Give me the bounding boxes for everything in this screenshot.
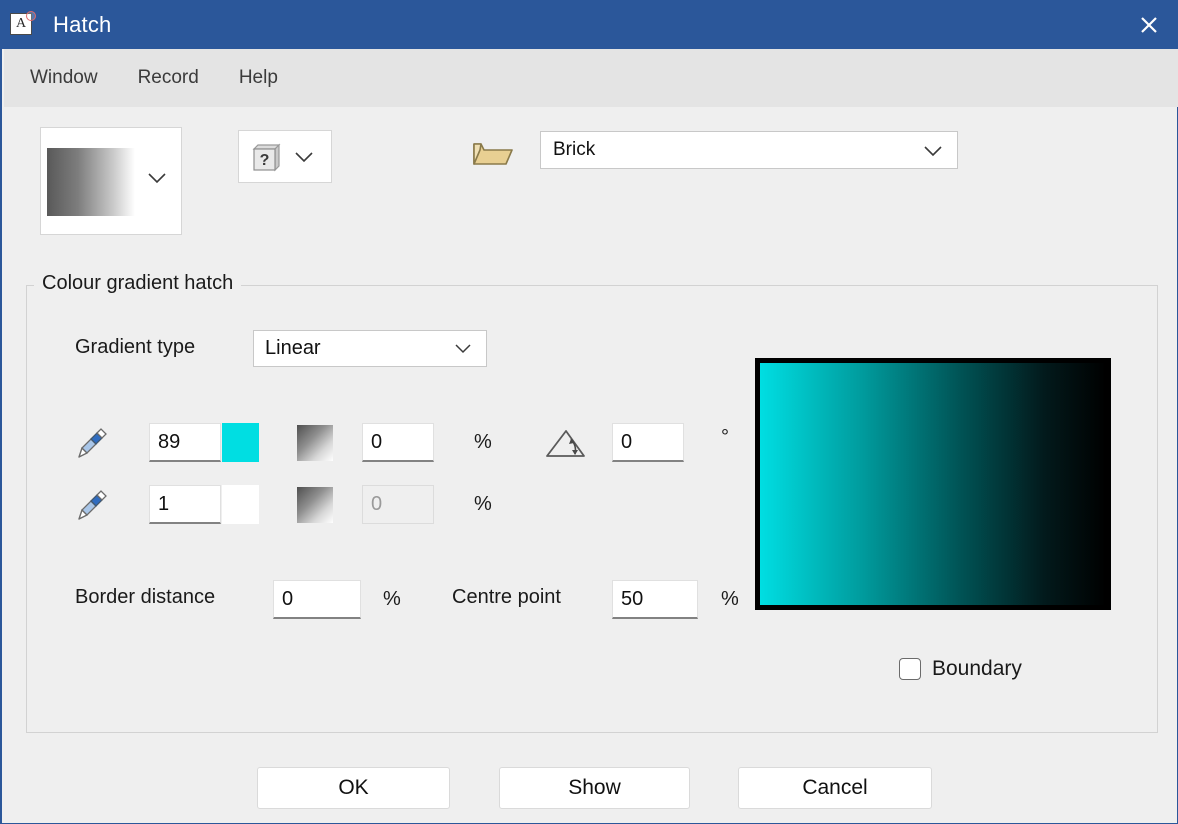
gradient-type-select[interactable]: Linear (253, 330, 487, 367)
secondary-colour-swatch[interactable] (222, 485, 259, 524)
menu-bar: Window Record Help (4, 49, 1178, 107)
preset-select[interactable]: Brick (540, 131, 958, 169)
gradient-square-icon[interactable] (297, 425, 333, 461)
border-distance-label: Border distance (75, 586, 216, 608)
primary-transparency-input[interactable]: 0 (362, 423, 434, 462)
gradient-square-icon[interactable] (297, 487, 333, 523)
ok-button[interactable]: OK (257, 767, 450, 809)
menu-window[interactable]: Window (30, 67, 98, 89)
open-folder-icon[interactable] (472, 138, 514, 168)
secondary-transparency-input: 0 (362, 485, 434, 524)
chevron-down-icon (924, 146, 942, 157)
close-icon (1141, 16, 1157, 33)
primary-percent-label: % (474, 431, 492, 453)
angle-input[interactable]: 0 (612, 423, 684, 462)
gradient-preview-swatch (47, 148, 135, 216)
degree-unit-label: ° (721, 426, 729, 448)
border-distance-input[interactable]: 0 (273, 580, 361, 619)
centre-point-unit-label: % (721, 588, 739, 610)
cancel-button[interactable]: Cancel (738, 767, 932, 809)
preset-value: Brick (553, 139, 596, 160)
centre-point-label: Centre point (452, 586, 561, 608)
primary-colour-swatch[interactable] (222, 423, 259, 462)
secondary-colour-index-input[interactable]: 1 (149, 485, 221, 524)
menu-record[interactable]: Record (138, 67, 199, 89)
group-legend: Colour gradient hatch (34, 272, 242, 295)
window-title: Hatch (53, 11, 112, 37)
question-box-icon: ? (248, 140, 282, 174)
chevron-down-icon (295, 151, 313, 162)
close-button[interactable] (1118, 0, 1178, 49)
boundary-checkbox[interactable] (899, 658, 921, 680)
chevron-down-icon (455, 344, 471, 354)
title-bar: A Hatch (2, 0, 1178, 49)
hatch-dialog: A Hatch Window Record Help ? Brick Colou… (0, 0, 1178, 824)
boundary-label: Boundary (932, 657, 1022, 680)
chevron-down-icon (148, 173, 166, 184)
primary-colour-index-input[interactable]: 89 (149, 423, 221, 462)
pencil-icon[interactable] (74, 488, 110, 524)
pattern-picker[interactable]: ? (238, 130, 332, 183)
gradient-type-label: Gradient type (75, 336, 196, 358)
gradient-preview (755, 358, 1111, 610)
angle-icon (546, 430, 585, 457)
app-icon-badge (26, 10, 36, 21)
svg-text:?: ? (260, 152, 270, 169)
border-distance-unit-label: % (383, 588, 401, 610)
centre-point-input[interactable]: 50 (612, 580, 698, 619)
gradient-type-value: Linear (265, 337, 321, 359)
boundary-checkbox-row[interactable]: Boundary (899, 657, 1022, 681)
secondary-percent-label: % (474, 493, 492, 515)
show-button[interactable]: Show (499, 767, 690, 809)
document-a-icon: A (10, 10, 36, 38)
menu-help[interactable]: Help (239, 67, 278, 89)
gradient-style-picker[interactable] (40, 127, 182, 235)
pencil-icon[interactable] (74, 426, 110, 462)
